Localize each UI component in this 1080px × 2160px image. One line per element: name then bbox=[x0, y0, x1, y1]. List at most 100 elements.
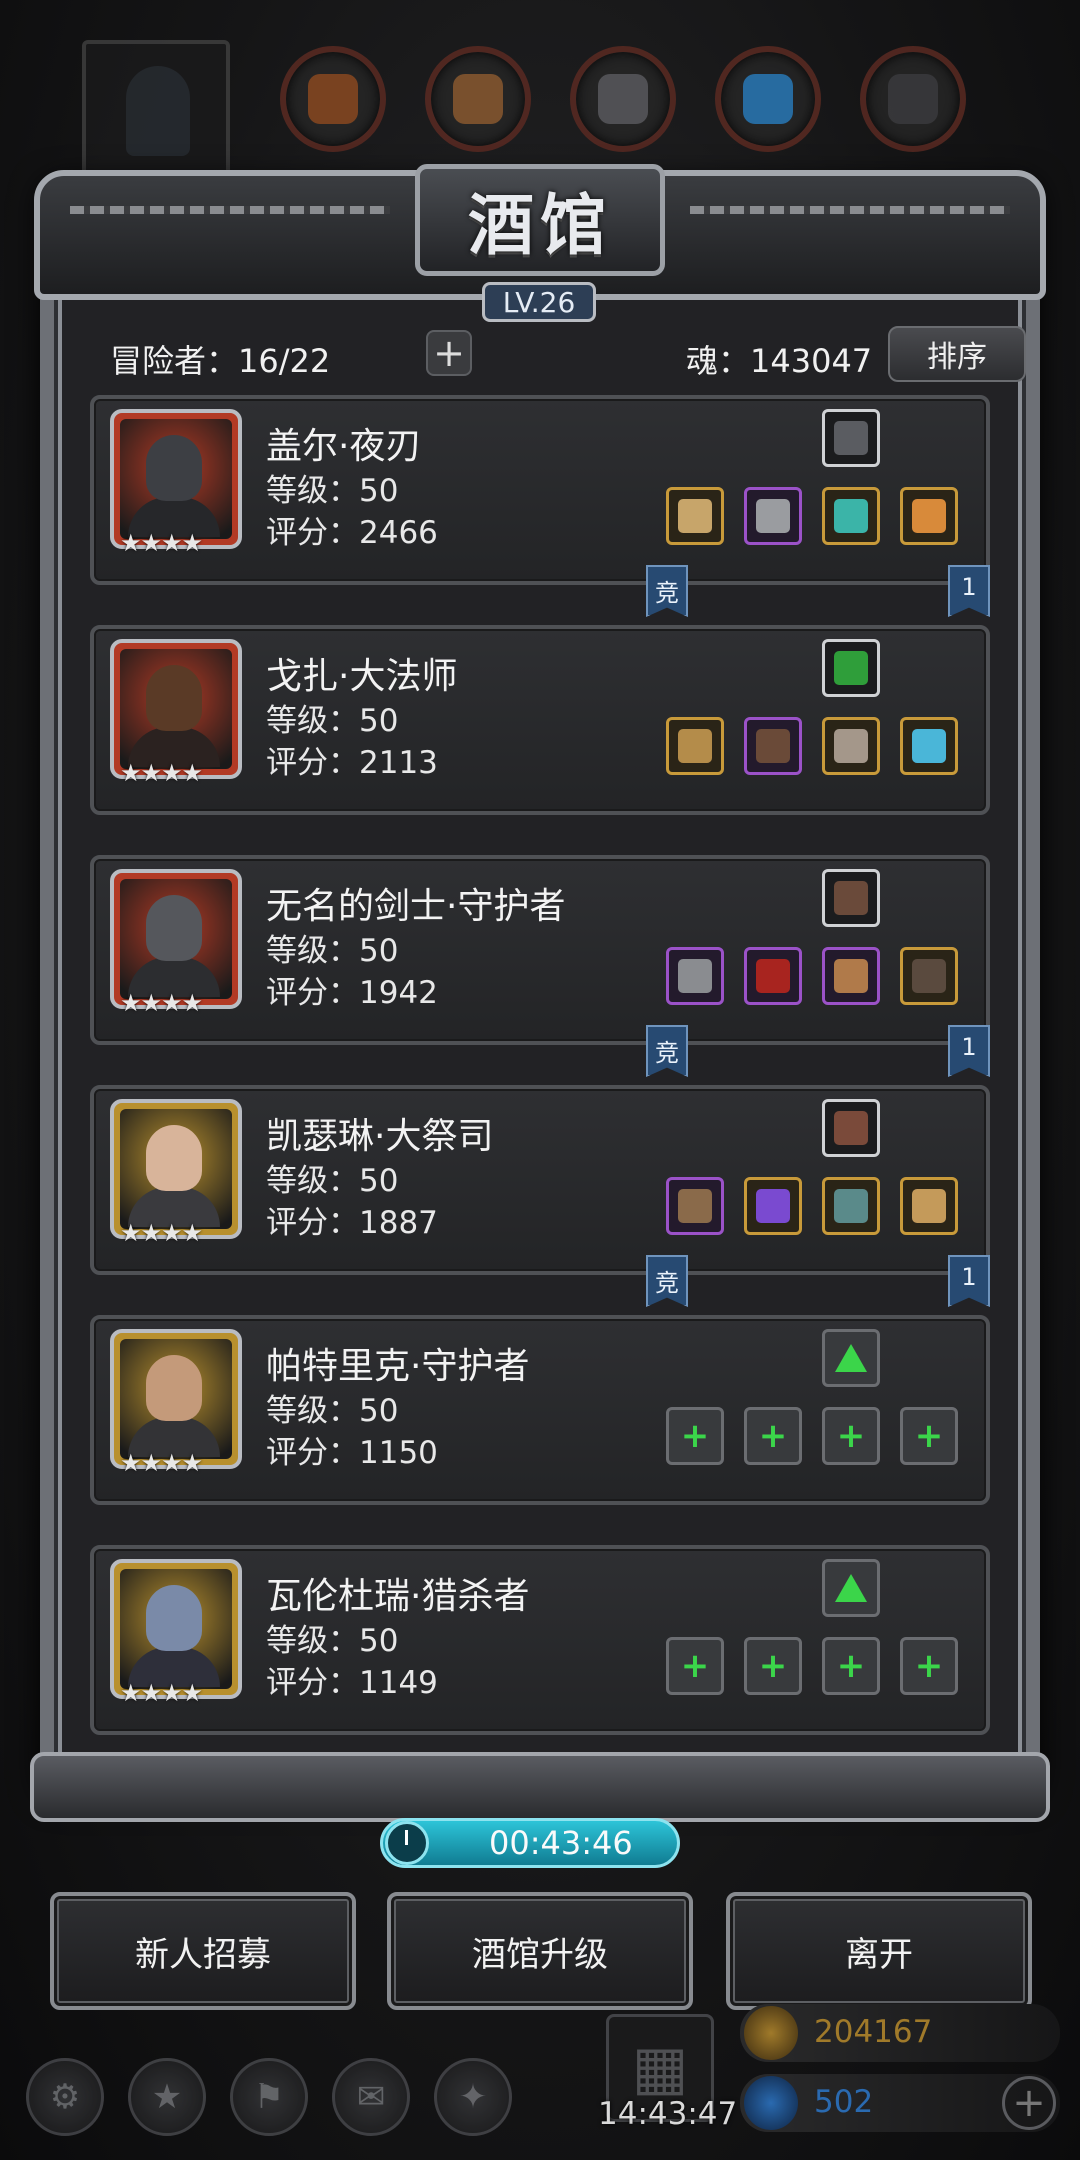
clock-icon bbox=[385, 1821, 429, 1865]
hero-list[interactable]: ★★★★ 盖尔·夜刃 等级：50 评分：2466 竞 1 ★★★★ 戈扎·大法师 等级：50 评分… bbox=[90, 395, 990, 1775]
hero-portrait[interactable]: ★★★★ bbox=[110, 1099, 242, 1247]
equipment-slot[interactable] bbox=[822, 487, 880, 545]
equipment-slot[interactable] bbox=[822, 1177, 880, 1235]
skill-badge-slot[interactable] bbox=[822, 639, 880, 697]
equipment-slot[interactable] bbox=[666, 487, 724, 545]
equipment-slot[interactable]: + bbox=[744, 1407, 802, 1465]
hero-level: 等级：50 bbox=[266, 473, 399, 509]
hero-head-shape bbox=[146, 435, 202, 501]
hero-card[interactable]: ★★★★ 盖尔·夜刃等级：50 评分：2466 bbox=[90, 395, 990, 585]
hero-head-shape bbox=[146, 1585, 202, 1651]
hero-score: 评分：1942 bbox=[266, 975, 438, 1011]
hero-name: 盖尔·夜刃 bbox=[266, 426, 422, 467]
hero-card[interactable]: ★★★★ 戈扎·大法师 等级：50 评分：2113 bbox=[90, 625, 990, 815]
equipment-slot[interactable] bbox=[744, 487, 802, 545]
equipment-slot[interactable] bbox=[666, 717, 724, 775]
hero-card[interactable]: ★★★★ 瓦伦杜瑞·猎杀者 等级：50 评分：1149 + + + + bbox=[90, 1545, 990, 1735]
skill-badge-slot[interactable] bbox=[822, 1329, 880, 1387]
gauntlet-icon bbox=[834, 881, 868, 915]
upgrade-tavern-button[interactable]: 酒馆升级 bbox=[387, 1892, 693, 2010]
gold-barrel-icon bbox=[744, 2006, 798, 2060]
skill-badge-slot[interactable] bbox=[822, 1099, 880, 1157]
equipment-slot[interactable]: + bbox=[666, 1407, 724, 1465]
equipment-slot[interactable]: + bbox=[900, 1637, 958, 1695]
equipment-slot[interactable]: + bbox=[744, 1637, 802, 1695]
equipment-slot[interactable]: + bbox=[822, 1637, 880, 1695]
equipment-slot[interactable] bbox=[900, 1177, 958, 1235]
hero-portrait[interactable]: ★★★★ bbox=[110, 409, 242, 557]
gold-amount: 204167 bbox=[814, 2014, 933, 2050]
hero-name: 瓦伦杜瑞·猎杀者 bbox=[266, 1576, 530, 1617]
resource-item[interactable] bbox=[425, 46, 531, 152]
equipment-slot[interactable] bbox=[744, 947, 802, 1005]
equipment-slot[interactable] bbox=[822, 717, 880, 775]
hero-score: 评分：2466 bbox=[266, 515, 438, 551]
handshake-icon[interactable]: ✦ bbox=[434, 2058, 512, 2136]
hero-portrait[interactable]: ★★★★ bbox=[110, 639, 242, 787]
hero-card[interactable]: ★★★★ 帕特里克·守护者 等级：50 评分：1150 + + + + bbox=[90, 1315, 990, 1505]
empty-slot-icon bbox=[835, 1574, 867, 1602]
empty-accessory-slot-icon: + bbox=[836, 1646, 866, 1686]
equipment-slot[interactable] bbox=[900, 717, 958, 775]
hero-level: 等级：50 bbox=[266, 1393, 399, 1429]
hero-card[interactable]: ★★★★ 无名的剑士·守护者 等级：50 评分：1942 bbox=[90, 855, 990, 1045]
settings-gear-icon[interactable]: ⚙ bbox=[26, 2058, 104, 2136]
equipment-slot[interactable]: + bbox=[822, 1407, 880, 1465]
resource-item[interactable] bbox=[570, 46, 676, 152]
equipment-slot[interactable] bbox=[900, 487, 958, 545]
empty-armor-slot-icon: + bbox=[758, 1646, 788, 1686]
gem-amount: 502 bbox=[814, 2084, 874, 2120]
skill-badge-slot[interactable] bbox=[822, 409, 880, 467]
sort-button[interactable]: 排序 bbox=[888, 326, 1026, 382]
resource-item[interactable] bbox=[860, 46, 966, 152]
robe-icon bbox=[756, 729, 790, 763]
equipment-slot[interactable] bbox=[666, 1177, 724, 1235]
hero-silhouette-icon bbox=[126, 66, 190, 156]
empty-weapon-slot-icon: + bbox=[680, 1646, 710, 1686]
title-plate: 酒馆 bbox=[415, 164, 665, 276]
equipment-slot[interactable]: + bbox=[900, 1407, 958, 1465]
equipment-slot[interactable] bbox=[900, 947, 958, 1005]
rank-ribbon: 1 bbox=[948, 1255, 990, 1307]
band-ring-icon bbox=[834, 1189, 868, 1223]
hero-level: 等级：50 bbox=[266, 1163, 399, 1199]
empty-armor-slot-icon: + bbox=[758, 1416, 788, 1456]
skill-badge-slot[interactable] bbox=[822, 1559, 880, 1617]
equipment-slot[interactable] bbox=[666, 947, 724, 1005]
hero-name: 凯瑟琳·大祭司 bbox=[266, 1116, 494, 1157]
equipment-slot[interactable]: + bbox=[666, 1637, 724, 1695]
hammer-icon bbox=[678, 1189, 712, 1223]
chain-ornament-right bbox=[690, 206, 1010, 214]
hero-level: 等级：50 bbox=[266, 933, 399, 969]
hero-score: 评分：2113 bbox=[266, 745, 438, 781]
mail-envelope-icon[interactable]: ✉ bbox=[332, 2058, 410, 2136]
hero-portrait[interactable]: ★★★★ bbox=[110, 1329, 242, 1477]
hero-head-shape bbox=[146, 1125, 202, 1191]
hero-portrait[interactable]: ★★★★ bbox=[110, 869, 242, 1017]
skill-badge-slot[interactable] bbox=[822, 869, 880, 927]
equipment-slot[interactable] bbox=[822, 947, 880, 1005]
hero-portrait[interactable]: ★★★★ bbox=[110, 1559, 242, 1707]
wood-plank-icon bbox=[453, 74, 503, 124]
hero-avatar-slot[interactable] bbox=[82, 40, 230, 180]
hero-face-image bbox=[120, 649, 232, 769]
add-slot-button[interactable]: + bbox=[426, 330, 472, 376]
panel-title: 酒馆 bbox=[468, 186, 612, 264]
add-gems-button[interactable]: + bbox=[1002, 2076, 1056, 2130]
guild-banner-icon[interactable]: ⚑ bbox=[230, 2058, 308, 2136]
hero-score: 评分：1887 bbox=[266, 1205, 438, 1241]
equipment-slot[interactable] bbox=[744, 717, 802, 775]
empty-accessory-slot-icon: + bbox=[914, 1646, 944, 1686]
star-rating: ★★★★ bbox=[120, 1219, 203, 1247]
chain-ornament-left bbox=[70, 206, 390, 214]
leave-button[interactable]: 离开 bbox=[726, 1892, 1032, 2010]
recruit-button[interactable]: 新人招募 bbox=[50, 1892, 356, 2010]
star-rating: ★★★★ bbox=[120, 1679, 203, 1707]
equipment-slot[interactable] bbox=[744, 1177, 802, 1235]
hero-face-image bbox=[120, 419, 232, 539]
empty-accessory-slot-icon: + bbox=[914, 1416, 944, 1456]
hero-card[interactable]: ★★★★ 凯瑟琳·大祭司等级：50 评分：1887 bbox=[90, 1085, 990, 1275]
resource-item[interactable] bbox=[715, 46, 821, 152]
resource-item[interactable] bbox=[280, 46, 386, 152]
achievement-star-icon[interactable]: ★ bbox=[128, 2058, 206, 2136]
